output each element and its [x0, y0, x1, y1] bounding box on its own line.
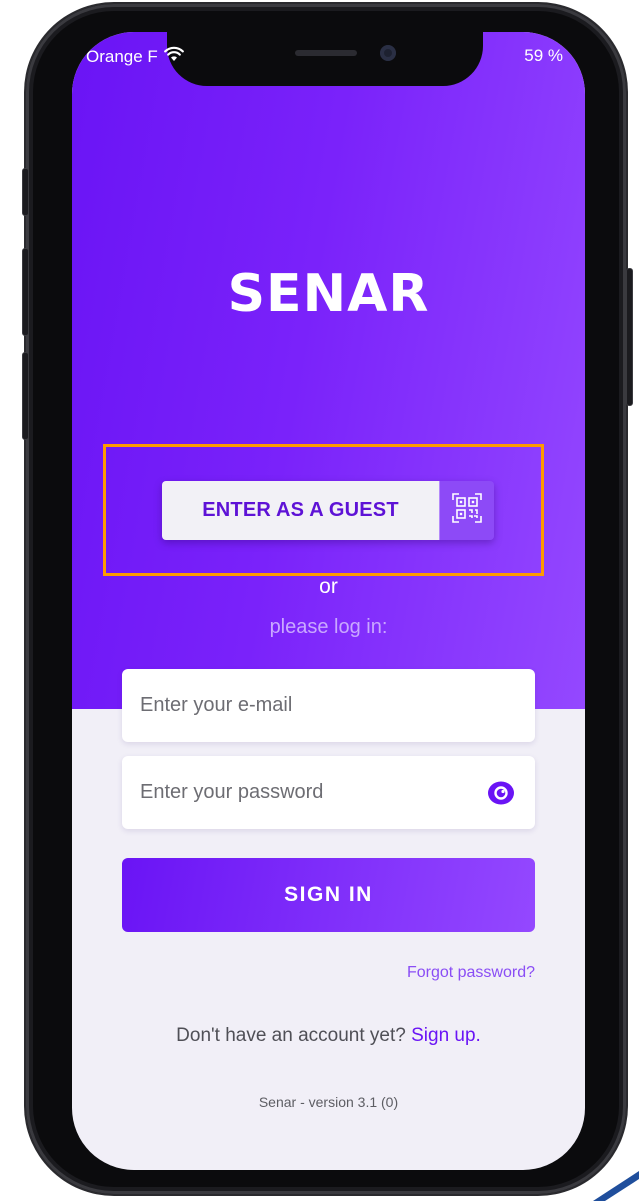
app-version: Senar - version 3.1 (0)	[258, 1094, 399, 1110]
forgot-password-link[interactable]: Forgot password?	[407, 964, 535, 982]
speaker-grille	[295, 50, 357, 56]
carrier-name: Orange F	[86, 46, 158, 66]
power-button	[626, 268, 633, 406]
login-prompt: please log in:	[269, 616, 388, 638]
password-input[interactable]	[140, 781, 485, 804]
hero-background	[72, 32, 585, 709]
guest-highlight-frame	[103, 444, 544, 576]
status-carrier: Orange F	[86, 46, 184, 67]
camera-icon	[380, 45, 396, 61]
corner-decoration	[593, 1171, 639, 1201]
mute-switch	[22, 168, 29, 216]
volume-down-button	[22, 352, 29, 440]
password-field[interactable]	[122, 756, 535, 829]
email-input[interactable]	[140, 694, 517, 717]
sign-in-button[interactable]: SIGN IN	[122, 858, 535, 932]
volume-up-button	[22, 248, 29, 336]
sign-up-link[interactable]: Sign up.	[411, 1025, 481, 1046]
phone-screen: Orange F 59 % SENAR ENTER AS A GUEST or …	[72, 32, 585, 1170]
wifi-icon	[163, 46, 184, 67]
eye-icon[interactable]	[485, 777, 517, 809]
page: Orange F 59 % SENAR ENTER AS A GUEST or …	[0, 0, 639, 1201]
signup-row: Don't have an account yet? Sign up.	[72, 1025, 585, 1047]
signup-prompt: Don't have an account yet?	[176, 1025, 406, 1046]
email-field[interactable]	[122, 669, 535, 742]
app-logo: SENAR	[227, 264, 430, 324]
notch	[167, 32, 483, 86]
battery-percentage: 59 %	[524, 46, 563, 65]
or-separator: or	[319, 575, 338, 598]
